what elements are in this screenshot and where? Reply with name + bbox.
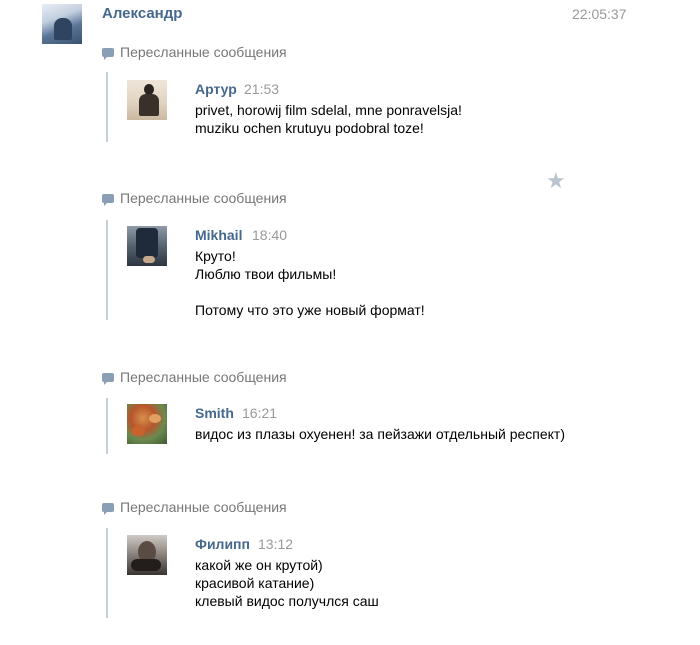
message-text: какой же он крутой) красивой катание) кл…: [195, 556, 379, 610]
sender-name[interactable]: Smith: [195, 405, 234, 421]
quote-bar: [106, 72, 108, 142]
star-icon[interactable]: ★: [546, 170, 566, 192]
forwarded-label: Пересланные сообщения: [120, 499, 287, 515]
message-line: muziku ochen krutuyu podobral toze!: [195, 120, 424, 136]
forwarded-label: Пересланные сообщения: [120, 369, 287, 385]
sender-time[interactable]: 16:21: [242, 405, 277, 421]
author-name[interactable]: Александр: [102, 5, 182, 22]
sender-name[interactable]: Филипп: [195, 536, 250, 552]
quote-bar: [106, 528, 108, 618]
forward-bubble-icon: [102, 194, 114, 206]
forwarded-header: Пересланные сообщения: [102, 44, 287, 60]
sender-time[interactable]: 21:53: [244, 81, 279, 97]
forward-bubble-icon: [102, 373, 114, 385]
avatar[interactable]: [127, 226, 167, 266]
message-line: какой же он крутой): [195, 557, 323, 573]
avatar[interactable]: [127, 80, 167, 120]
sender-name[interactable]: Mikhail: [195, 227, 242, 243]
forwarded-header: Пересланные сообщения: [102, 499, 287, 515]
message-line: видос из плазы охуенен! за пейзажи отдел…: [195, 426, 566, 442]
message-timestamp[interactable]: 22:05:37: [572, 6, 627, 22]
sender-time[interactable]: 18:40: [252, 227, 287, 243]
forwarded-label: Пересланные сообщения: [120, 190, 287, 206]
forwarded-label: Пересланные сообщения: [120, 44, 287, 60]
quote-bar: [106, 398, 108, 454]
message-line: клевый видос получлся саш: [195, 593, 379, 609]
quote-bar: [106, 220, 108, 320]
forward-bubble-icon: [102, 48, 114, 60]
sender-name[interactable]: Артур: [195, 81, 237, 97]
message-text: видос из плазы охуенен! за пейзажи отдел…: [195, 425, 565, 443]
author-avatar[interactable]: [42, 4, 82, 44]
sender-time[interactable]: 13:12: [258, 536, 293, 552]
message-line: Люблю твои фильмы!: [195, 266, 337, 282]
forward-bubble-icon: [102, 503, 114, 515]
message-text: Круто! Люблю твои фильмы! Потому что это…: [195, 247, 425, 319]
message-line: Потому что это уже новый формат!: [195, 302, 425, 318]
avatar[interactable]: [127, 404, 167, 444]
message-line: [195, 283, 425, 301]
forwarded-header: Пересланные сообщения: [102, 369, 287, 385]
message-line: красивой катание): [195, 575, 315, 591]
avatar[interactable]: [127, 535, 167, 575]
message-line: Круто!: [195, 248, 236, 264]
message-text: privet, horowij film sdelal, mne ponrave…: [195, 101, 462, 137]
forwarded-header: Пересланные сообщения: [102, 190, 287, 206]
message-line: privet, horowij film sdelal, mne ponrave…: [195, 102, 462, 118]
